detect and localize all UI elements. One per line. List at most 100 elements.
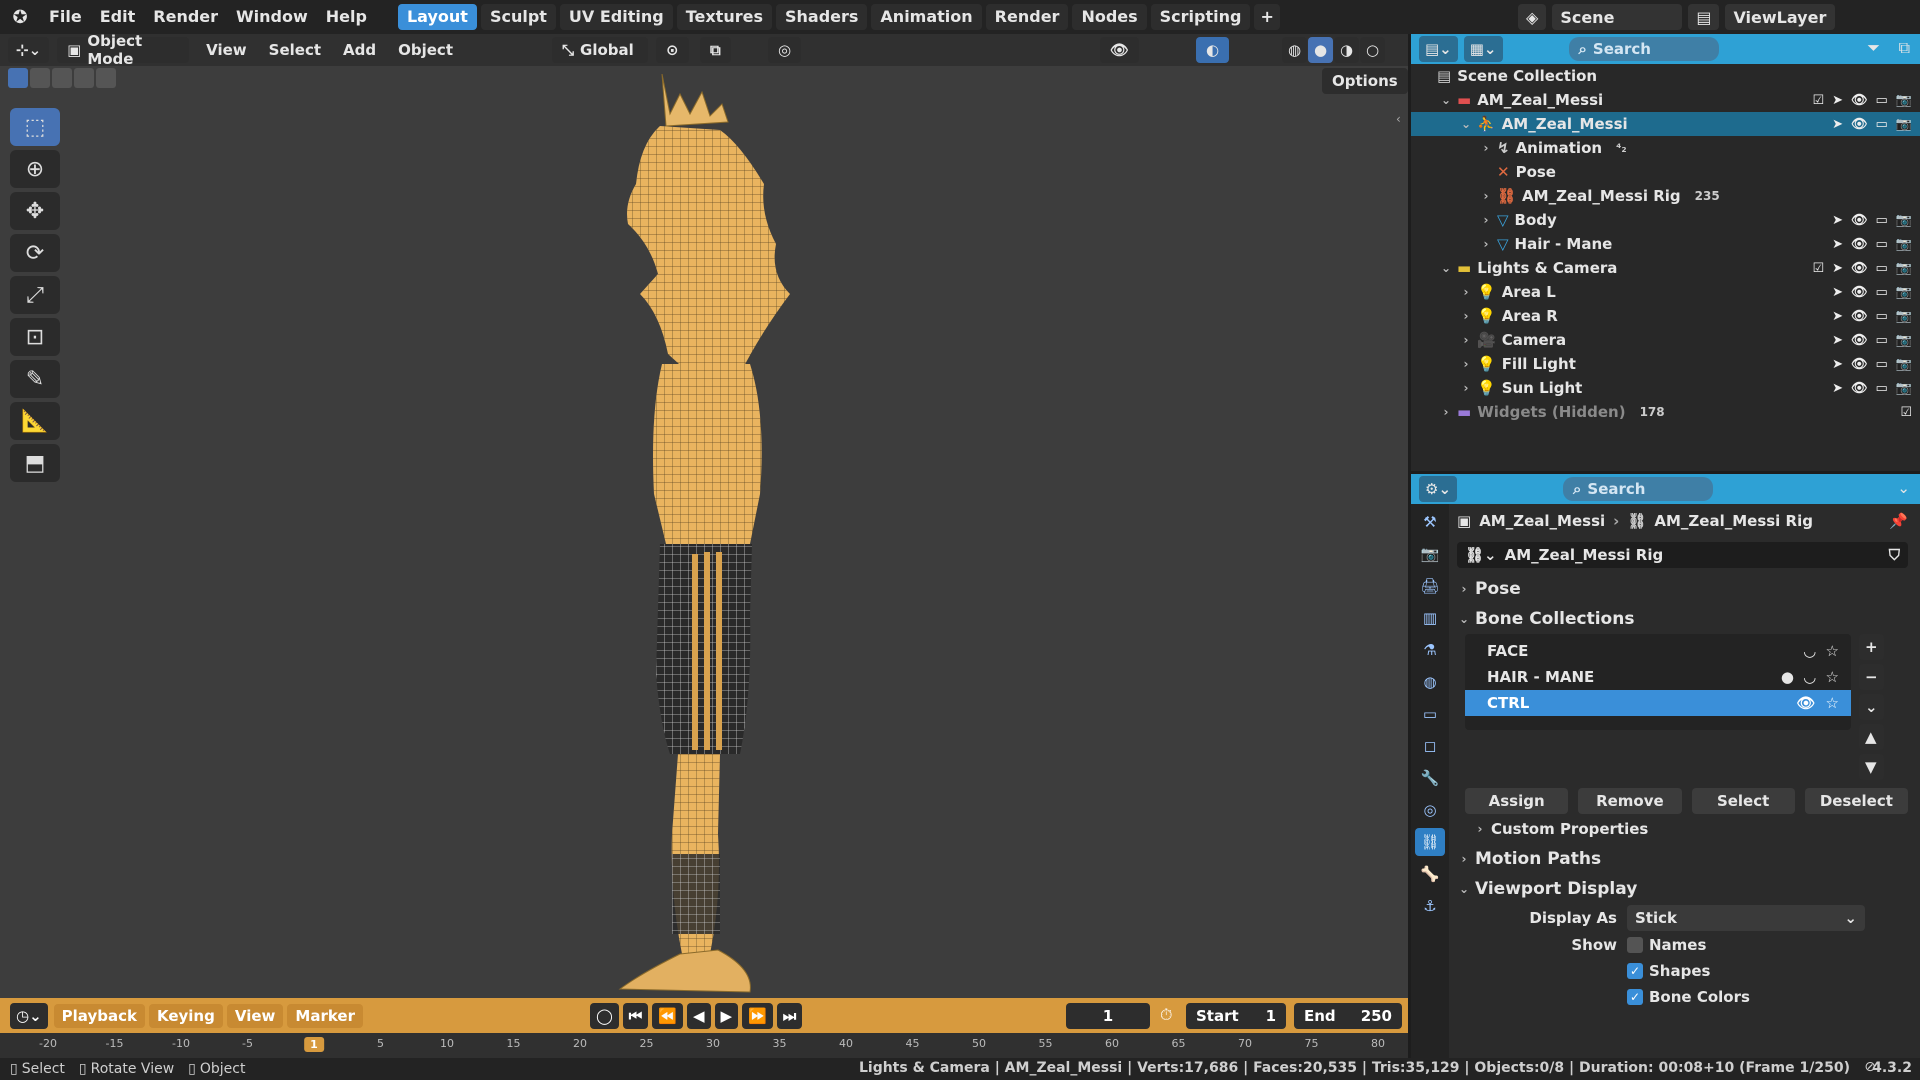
overlays-icon[interactable]: ◐ (1196, 37, 1230, 63)
breadcrumb-data[interactable]: AM_Zeal_Messi Rig (1654, 512, 1813, 530)
shading-rendered-icon[interactable]: ○ (1360, 37, 1386, 63)
blender-logo-icon[interactable]: ✪ (0, 7, 40, 28)
select-invert-icon[interactable] (74, 68, 94, 88)
physics-tab-icon[interactable]: ◎ (1415, 796, 1445, 824)
monitor-icon[interactable]: ▭ (1876, 117, 1888, 132)
tool-tab-icon[interactable]: ⚒ (1415, 508, 1445, 536)
viewport-display-section[interactable]: ⌄ Viewport Display (1457, 874, 1908, 904)
play-reverse-icon[interactable]: ◀ (687, 1003, 711, 1029)
editor-type-icon[interactable]: ⊹⌄ (8, 37, 50, 63)
menu-window[interactable]: Window (227, 0, 317, 34)
stopwatch-icon[interactable]: ⏱ (1160, 1005, 1172, 1025)
selectable-icon[interactable]: ➤ (1832, 381, 1843, 396)
eye-icon[interactable]: 👁 (1851, 309, 1868, 324)
character-model[interactable] (600, 74, 840, 994)
bone-collection-item[interactable]: HAIR - MANE ● ◡ ☆ (1465, 664, 1851, 690)
monitor-icon[interactable]: ▭ (1876, 213, 1888, 228)
move-up-icon[interactable]: ▲ (1859, 724, 1884, 750)
eye-icon[interactable]: 👁 (1851, 261, 1868, 276)
bone-collection-item[interactable]: FACE ◡ ☆ (1465, 638, 1851, 664)
outliner-row[interactable]: › ▽ Hair - Mane ➤ 👁 ▭ 📷 (1411, 232, 1920, 256)
select-extend-icon[interactable] (30, 68, 50, 88)
monitor-icon[interactable]: ▭ (1876, 333, 1888, 348)
menu-file[interactable]: File (40, 0, 91, 34)
tab-render[interactable]: Render (985, 4, 1069, 30)
eye-icon[interactable]: 👁 (1851, 333, 1868, 348)
render-tab-icon[interactable]: 📷 (1415, 540, 1445, 568)
menu-render[interactable]: Render (144, 0, 227, 34)
viewport-menu-select[interactable]: Select (260, 34, 330, 66)
armature-data-selector-icon[interactable]: ⛓⌄ (1465, 546, 1497, 564)
fake-user-icon[interactable]: ⛉ (1889, 546, 1900, 564)
select-subtract-icon[interactable] (52, 68, 72, 88)
add-cube-tool-icon[interactable]: ⬒ (10, 444, 60, 482)
annotate-tool-icon[interactable]: ✎ (10, 360, 60, 398)
outliner-row[interactable]: ⌄ ▬ Lights & Camera ☑ ➤ 👁 ▭ 📷 (1411, 256, 1920, 280)
star-icon[interactable]: ☆ (1826, 642, 1839, 660)
render-camera-icon[interactable]: 📷 (1896, 117, 1912, 132)
bone-collection-item[interactable]: CTRL 👁 ☆ (1465, 690, 1851, 716)
timeline-ruler[interactable]: -20 -15 -10 -5 1 5 10 15 20 25 30 35 40 45 50 55 60 65 70 7… (0, 1033, 1408, 1059)
new-collection-icon[interactable]: ⧉ (1899, 38, 1910, 58)
render-camera-icon[interactable]: 📷 (1896, 333, 1912, 348)
tab-scripting[interactable]: Scripting (1150, 4, 1251, 30)
render-camera-icon[interactable]: 📷 (1896, 261, 1912, 276)
selectable-icon[interactable]: ➤ (1832, 93, 1843, 108)
scene-tab-icon[interactable]: ⚗ (1415, 636, 1445, 664)
motion-paths-section[interactable]: › Motion Paths (1457, 844, 1908, 874)
scale-tool-icon[interactable]: ⤢ (10, 276, 60, 314)
next-keyframe-icon[interactable]: ⏩ (742, 1003, 773, 1029)
tab-animation[interactable]: Animation (871, 4, 982, 30)
shading-solid-icon[interactable]: ● (1308, 37, 1334, 63)
outliner-editor-icon[interactable]: ▤⌄ (1419, 36, 1458, 62)
proportional-edit-icon[interactable]: ◎ (768, 37, 802, 63)
output-tab-icon[interactable]: 🖨 (1415, 572, 1445, 600)
tab-layout[interactable]: Layout (397, 4, 477, 30)
collection-tab-icon[interactable]: ▭ (1415, 700, 1445, 728)
star-icon[interactable]: ☆ (1826, 668, 1839, 686)
render-camera-icon[interactable]: 📷 (1896, 237, 1912, 252)
selectable-icon[interactable]: ➤ (1832, 333, 1843, 348)
scene-selector-icon[interactable]: ◈ (1518, 4, 1547, 30)
exclude-checkbox-icon[interactable]: ☑ (1900, 405, 1912, 420)
show-checkbox[interactable]: ✓ (1627, 963, 1643, 979)
monitor-icon[interactable]: ▭ (1876, 381, 1888, 396)
properties-editor-icon[interactable]: ⚙⌄ (1419, 476, 1458, 502)
jump-start-icon[interactable]: ⏮ (622, 1003, 649, 1029)
viewport-menu-add[interactable]: Add (334, 34, 385, 66)
eye-icon[interactable]: 👁 (1851, 237, 1868, 252)
monitor-icon[interactable]: ▭ (1876, 309, 1888, 324)
snap-icon[interactable]: ⧉ (700, 37, 731, 63)
tab-nodes[interactable]: Nodes (1072, 4, 1147, 30)
outliner-row[interactable]: ✕ Pose (1411, 160, 1920, 184)
eye-icon[interactable]: 👁 (1851, 213, 1868, 228)
monitor-icon[interactable]: ▭ (1876, 237, 1888, 252)
eye-closed-icon[interactable]: ◡ (1804, 642, 1816, 660)
select-box-icon[interactable] (8, 68, 28, 88)
shading-wireframe-icon[interactable]: ◍ (1282, 37, 1308, 63)
chevron-right-icon[interactable]: › (1479, 141, 1493, 155)
outliner-row[interactable]: › ▬ Widgets (Hidden) 178 ☑ (1411, 400, 1920, 424)
remove-collection-button[interactable]: − (1859, 664, 1884, 690)
deselect-button[interactable]: Deselect (1804, 788, 1908, 814)
chevron-right-icon[interactable]: › (1439, 405, 1453, 419)
prev-keyframe-icon[interactable]: ⏪ (652, 1003, 683, 1029)
viewlayer-name[interactable]: ViewLayer (1725, 4, 1836, 30)
jump-end-icon[interactable]: ⏭ (776, 1003, 803, 1029)
viewlayer-selector-icon[interactable]: ▤ (1688, 4, 1720, 30)
move-tool-icon[interactable]: ✥ (10, 192, 60, 230)
timeline-menu-view[interactable]: View (226, 1003, 284, 1028)
outliner-row[interactable]: ▤ Scene Collection (1411, 64, 1920, 88)
chevron-right-icon[interactable]: › (1479, 213, 1493, 227)
outliner-row[interactable]: › 💡 Fill Light ➤ 👁 ▭ 📷 (1411, 352, 1920, 376)
assign-button[interactable]: Assign (1465, 788, 1569, 814)
tab-shaders[interactable]: Shaders (775, 4, 868, 30)
render-camera-icon[interactable]: 📷 (1896, 285, 1912, 300)
render-camera-icon[interactable]: 📷 (1896, 93, 1912, 108)
chevron-right-icon[interactable]: › (1459, 309, 1473, 323)
show-option[interactable]: ✓ Shapes (1457, 958, 1908, 984)
select-box-tool-icon[interactable]: ⬚ (10, 108, 60, 146)
bone-collections-section[interactable]: ⌄ Bone Collections (1457, 604, 1908, 634)
world-tab-icon[interactable]: ◍ (1415, 668, 1445, 696)
timeline-menu-playback[interactable]: Playback (53, 1003, 145, 1028)
